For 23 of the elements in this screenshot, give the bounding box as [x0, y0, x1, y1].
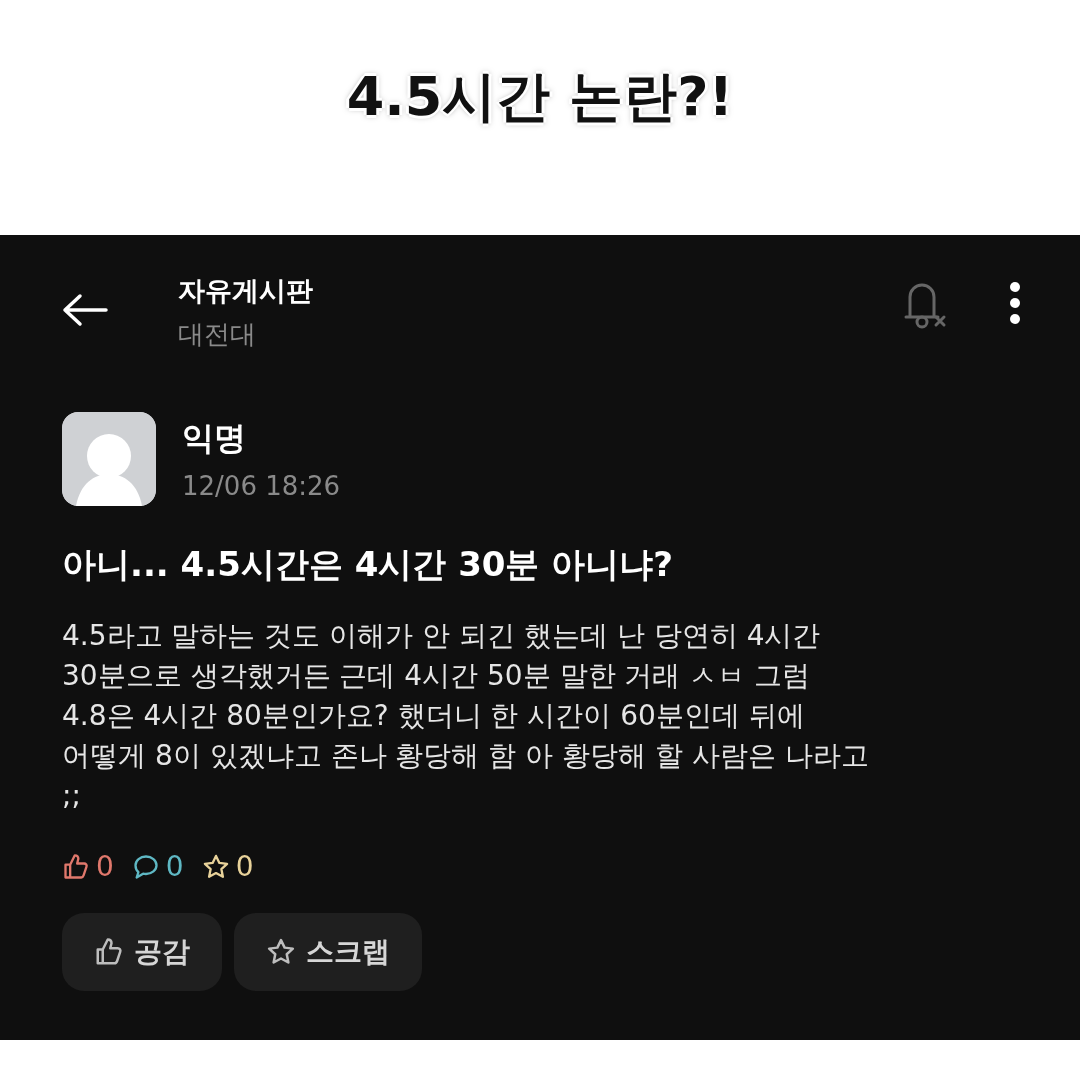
post-body-line: 4.5라고 말하는 것도 이해가 안 되긴 했는데 난 당연히 4시간 [62, 618, 822, 654]
more-options-icon[interactable] [1010, 281, 1020, 325]
board-title: 자유게시판 [178, 274, 314, 308]
star-icon [201, 852, 230, 881]
back-arrow-icon[interactable] [62, 293, 108, 327]
speech-bubble-icon [131, 852, 160, 881]
post-body-line: 어떻게 8이 있겠냐고 존나 황당해 함 아 황당해 할 사람은 나라고 [62, 738, 870, 774]
school-name: 대전대 [178, 318, 257, 351]
post-body-line: ;; [62, 778, 82, 814]
scrap-button[interactable]: 스크랩 [234, 913, 422, 991]
post-title: 아니... 4.5시간은 4시간 30분 아니냐? [62, 543, 675, 586]
caption-title: 4.5시간 논란?! [346, 64, 734, 130]
thumbs-up-icon [62, 852, 90, 881]
like-button[interactable]: 공감 [62, 913, 222, 991]
author-name: 익명 [182, 418, 247, 459]
thumbs-up-icon [94, 937, 124, 967]
star-icon [266, 937, 296, 967]
comment-count: 0 [165, 850, 184, 883]
post-body-line: 4.8은 4시간 80분인가요? 했더니 한 시간이 60분인데 뒤에 [62, 698, 806, 734]
post-time: 12/06 18:26 [182, 471, 341, 501]
like-count: 0 [96, 850, 114, 883]
scrap-count: 0 [235, 850, 254, 883]
post-body-line: 30분으로 생각했거든 근데 4시간 50분 말한 거래 ㅅㅂ 그럼 [62, 658, 812, 694]
